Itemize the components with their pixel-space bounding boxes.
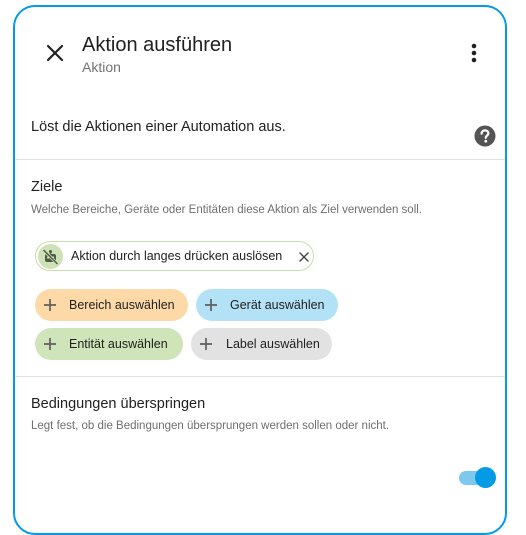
plus-icon	[44, 338, 56, 350]
more-options-button[interactable]	[461, 35, 487, 71]
add-device-button[interactable]: Gerät auswählen	[196, 289, 338, 321]
divider	[15, 376, 505, 377]
close-button[interactable]	[37, 35, 73, 71]
add-area-button[interactable]: Bereich auswählen	[35, 289, 188, 321]
dialog-title: Aktion ausführen	[82, 34, 233, 56]
add-label-button[interactable]: Label auswählen	[191, 328, 332, 360]
plus-icon	[200, 338, 212, 350]
entity-avatar	[38, 244, 63, 269]
skip-conditions-toggle[interactable]	[459, 467, 496, 489]
help-circle-icon	[474, 125, 496, 147]
targets-title: Ziele	[31, 179, 63, 195]
selected-entity-chip[interactable]: Aktion durch langes drücken auslösen	[35, 241, 314, 271]
toggle-thumb	[475, 467, 496, 488]
add-label-label: Label auswählen	[226, 337, 320, 351]
skip-conditions-title: Bedingungen überspringen	[31, 396, 206, 412]
action-description: Löst die Aktionen einer Automation aus.	[31, 119, 286, 135]
close-icon	[46, 44, 64, 62]
targets-description: Welche Bereiche, Geräte oder Entitäten d…	[31, 204, 422, 216]
plus-icon	[44, 299, 56, 311]
remove-chip-icon[interactable]	[298, 251, 310, 263]
add-device-label: Gerät auswählen	[230, 298, 325, 312]
more-vertical-icon	[471, 43, 477, 63]
action-dialog: Aktion ausführen Aktion Löst die Aktione…	[13, 5, 507, 535]
add-entity-button[interactable]: Entität auswählen	[35, 328, 183, 360]
help-button[interactable]	[473, 124, 497, 148]
plus-icon	[205, 299, 217, 311]
robot-off-icon	[42, 248, 59, 265]
entity-chip-label: Aktion durch langes drücken auslösen	[71, 249, 283, 263]
divider	[15, 159, 505, 160]
dialog-subtitle: Aktion	[82, 59, 121, 75]
add-entity-label: Entität auswählen	[69, 337, 168, 351]
add-area-label: Bereich auswählen	[69, 298, 175, 312]
skip-conditions-description: Legt fest, ob die Bedingungen übersprung…	[31, 420, 390, 432]
